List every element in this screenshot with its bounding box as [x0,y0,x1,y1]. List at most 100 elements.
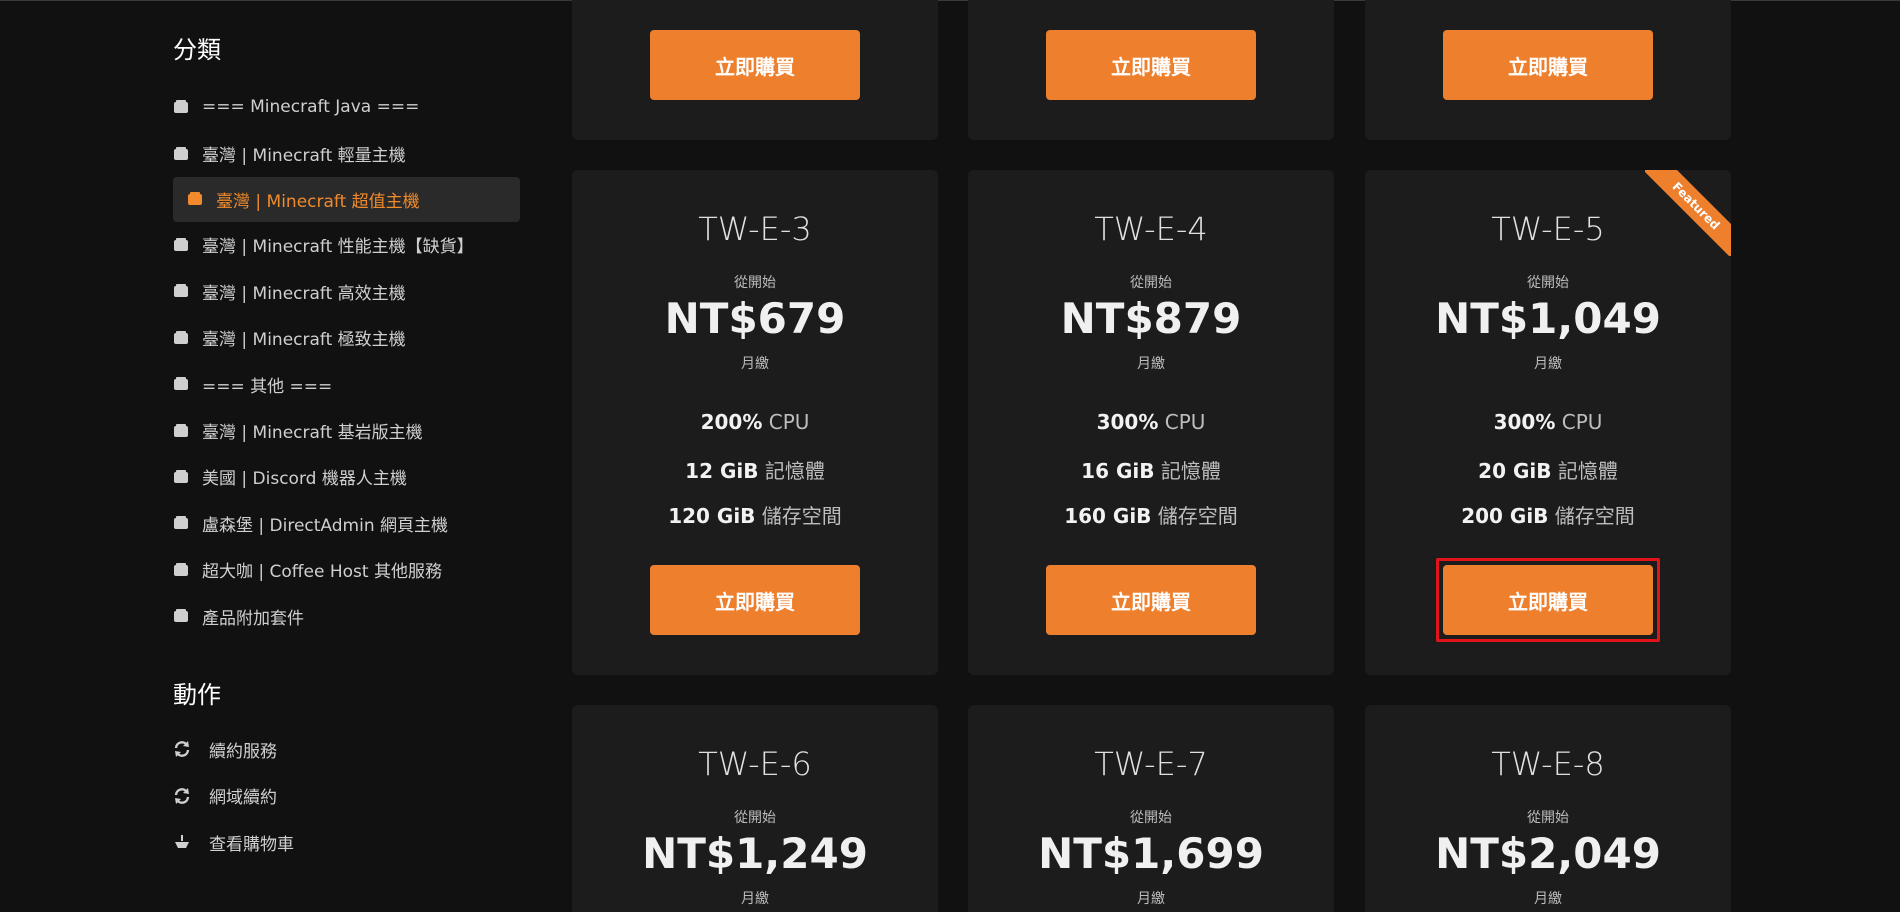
action-item-renew-domain[interactable]: 網域續約 [173,773,520,820]
product-card: TW-E-4 從開始 NT$879 月繳 300% CPU 16 GiB 記憶體… [968,170,1334,675]
buy-now-button[interactable]: 立即購買 [1046,30,1256,100]
box-icon [174,377,188,391]
product-card: TW-E-6 從開始 NT$1,249 月繳 [572,705,938,912]
category-item[interactable]: 臺灣 | Minecraft 性能主機【缺貨】 [173,222,520,268]
product-price: NT$1,699 [1038,829,1264,878]
box-icon [174,469,188,483]
billing-cycle: 月繳 [1137,891,1165,907]
category-item[interactable]: 臺灣 | Minecraft 輕量主機 [173,130,520,176]
price-from-label: 從開始 [1527,275,1569,291]
product-name: TW-E-7 [1094,745,1208,783]
billing-cycle: 月繳 [1137,356,1165,372]
billing-cycle: 月繳 [1534,356,1562,372]
price-from-label: 從開始 [734,810,776,826]
categories-heading: 分類 [173,36,221,64]
category-label: 臺灣 | Minecraft 極致主機 [202,330,406,351]
category-item[interactable]: 臺灣 | Minecraft 基岩版主機 [173,407,520,453]
category-list: === Minecraft Java === 臺灣 | Minecraft 輕量… [173,84,520,639]
action-item-view-cart[interactable]: 查看購物車 [173,819,520,866]
box-icon [174,100,188,114]
feature-unit: 記憶體 [764,459,825,483]
category-item[interactable]: 超大咖 | Coffee Host 其他服務 [173,547,520,593]
category-label: 臺灣 | Minecraft 高效主機 [202,283,406,304]
feature-disk: 200 GiB 儲存空間 [1365,500,1731,529]
billing-cycle: 月繳 [741,356,769,372]
category-label: 超大咖 | Coffee Host 其他服務 [202,562,442,583]
box-icon [174,146,188,160]
product-card-top-1: 立即購買 [572,0,938,140]
feature-disk: 120 GiB 儲存空間 [572,500,938,529]
category-item[interactable]: 美國 | Discord 機器人主機 [173,454,520,500]
feature-unit: CPU [1164,410,1206,434]
category-item[interactable]: === Minecraft Java === [173,84,520,130]
feature-ram: 16 GiB 記憶體 [968,455,1334,484]
feature-value: 16 GiB [1081,459,1155,483]
action-label: 網域續約 [209,788,277,809]
box-icon [188,192,202,206]
box-icon [174,516,188,530]
product-name: TW-E-4 [1094,210,1208,248]
product-price: NT$1,049 [1435,294,1661,343]
feature-unit: 記憶體 [1557,459,1618,483]
feature-value: 300% [1096,410,1159,434]
category-item-active[interactable]: 臺灣 | Minecraft 超值主機 [173,176,520,222]
action-label: 續約服務 [209,741,277,762]
actions-list: 續約服務 網域續約 查看購物車 [173,726,520,866]
sync-icon [174,741,190,758]
feature-unit: 儲存空間 [761,504,842,528]
product-card-featured: Featured TW-E-5 從開始 NT$1,049 月繳 300% CPU… [1365,170,1731,675]
product-card: TW-E-8 從開始 NT$2,049 月繳 [1365,705,1731,912]
category-item[interactable]: 臺灣 | Minecraft 極致主機 [173,315,520,361]
feature-value: 12 GiB [685,459,759,483]
feature-cpu: 300% CPU [968,410,1334,434]
buy-now-button[interactable]: 立即購買 [1443,30,1653,100]
box-icon [174,284,188,298]
action-item-renew-service[interactable]: 續約服務 [173,726,520,773]
category-label: 美國 | Discord 機器人主機 [202,469,407,490]
product-card: TW-E-7 從開始 NT$1,699 月繳 [968,705,1334,912]
category-label: 臺灣 | Minecraft 性能主機【缺貨】 [202,237,474,258]
category-label: 盧森堡 | DirectAdmin 網頁主機 [202,515,449,536]
product-name: TW-E-3 [698,210,812,248]
feature-disk: 160 GiB 儲存空間 [968,500,1334,529]
category-label: === 其他 === [202,376,333,397]
product-price: NT$679 [664,294,846,343]
feature-cpu: 200% CPU [572,410,938,434]
box-icon [174,423,188,437]
buy-now-button[interactable]: 立即購買 [650,565,860,635]
category-label: 產品附加套件 [202,608,304,629]
feature-cpu: 300% CPU [1365,410,1731,434]
billing-cycle: 月繳 [741,891,769,907]
feature-value: 120 GiB [668,504,756,528]
feature-value: 20 GiB [1478,459,1552,483]
product-name: TW-E-8 [1491,745,1605,783]
cart-icon [175,835,189,849]
product-price: NT$2,049 [1435,829,1661,878]
billing-cycle: 月繳 [1534,891,1562,907]
box-icon [174,330,188,344]
buy-now-button-highlighted[interactable]: 立即購買 [1443,565,1653,635]
category-label: 臺灣 | Minecraft 超值主機 [216,191,420,212]
price-from-label: 從開始 [1130,275,1172,291]
category-item[interactable]: 產品附加套件 [173,593,520,639]
category-item[interactable]: 盧森堡 | DirectAdmin 網頁主機 [173,500,520,546]
sync-icon [174,787,190,804]
category-item[interactable]: === 其他 === [173,361,520,407]
actions-heading: 動作 [173,681,221,709]
product-name: TW-E-5 [1491,210,1605,248]
buy-now-button[interactable]: 立即購買 [1046,565,1256,635]
feature-unit: CPU [768,410,810,434]
category-item[interactable]: 臺灣 | Minecraft 高效主機 [173,268,520,314]
box-icon [174,609,188,623]
product-name: TW-E-6 [698,745,812,783]
feature-ram: 12 GiB 記憶體 [572,455,938,484]
product-card-top-3: 立即購買 [1365,0,1731,140]
product-card-top-2: 立即購買 [968,0,1334,140]
feature-unit: 記憶體 [1160,459,1221,483]
box-icon [174,562,188,576]
feature-unit: CPU [1561,410,1603,434]
box-icon [174,237,188,251]
buy-now-button[interactable]: 立即購買 [650,30,860,100]
product-card: TW-E-3 從開始 NT$679 月繳 200% CPU 12 GiB 記憶體… [572,170,938,675]
feature-ram: 20 GiB 記憶體 [1365,455,1731,484]
